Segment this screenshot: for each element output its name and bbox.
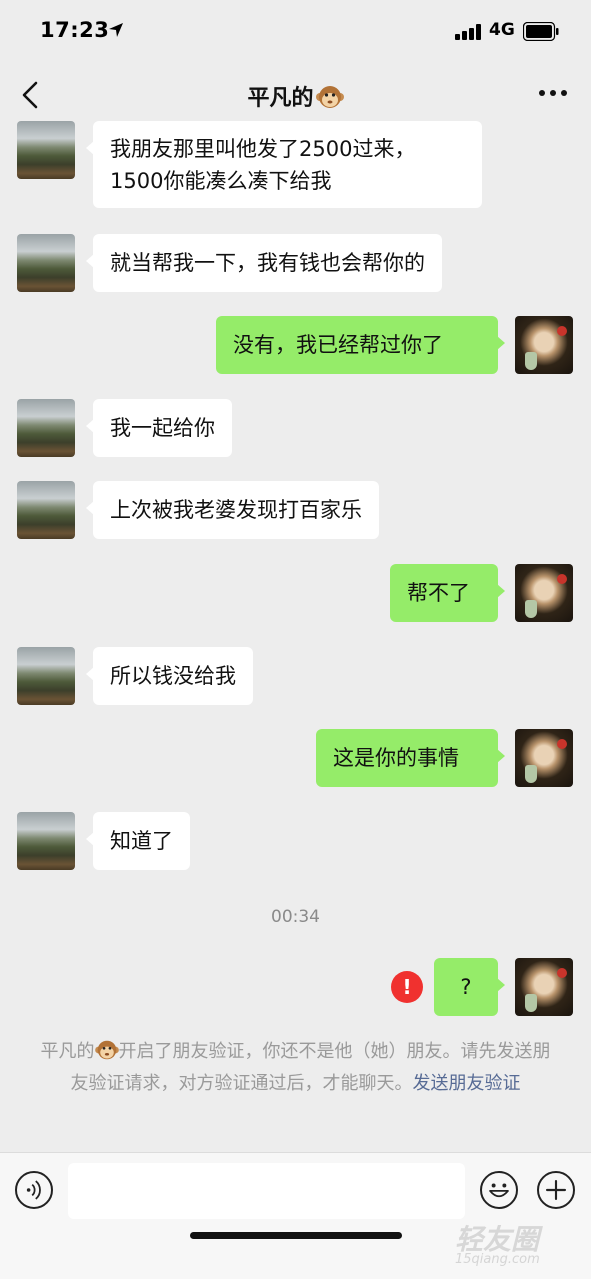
message-bubble-received[interactable]: 就当帮我一下，我有钱也会帮你的 xyxy=(86,234,442,292)
message-bubble-received[interactable]: 上次被我老婆发现打百家乐 xyxy=(86,481,379,539)
status-time: 17:23 xyxy=(40,18,110,42)
location-arrow-icon xyxy=(109,23,123,37)
self-avatar[interactable] xyxy=(515,958,573,1016)
emoji-icon[interactable] xyxy=(480,1171,518,1209)
self-avatar[interactable] xyxy=(515,564,573,622)
contact-avatar[interactable] xyxy=(17,234,75,292)
message-bubble-received[interactable]: 我一起给你 xyxy=(86,399,232,457)
battery-icon xyxy=(523,22,559,41)
signal-icon xyxy=(455,24,483,40)
contact-avatar[interactable] xyxy=(17,812,75,870)
status-bar: 17:23 4G xyxy=(0,0,591,62)
chat-title-text: 平凡的 xyxy=(247,86,314,111)
nav-bar: 平凡的 xyxy=(0,62,591,126)
friend-verification-notice: 平凡的 开启了朋友验证，你还不是他（她）朋友。请先发送朋友验证请求，对方验证通过… xyxy=(40,1036,551,1100)
message-bubble-received[interactable]: 知道了 xyxy=(86,812,190,870)
chat-title: 平凡的 xyxy=(0,80,591,112)
contact-avatar[interactable] xyxy=(17,647,75,705)
message-bubble-sent[interactable]: 没有，我已经帮过你了 xyxy=(216,316,505,374)
send-verification-link[interactable]: 发送朋友验证 xyxy=(413,1073,521,1094)
notice-text-before: 平凡的 xyxy=(40,1041,95,1062)
watermark-url: 15qiang.com xyxy=(455,1252,540,1267)
message-bubble-received[interactable]: 我朋友那里叫他发了2500过来， 1500你能凑么凑下给我 xyxy=(86,121,482,208)
message-input[interactable] xyxy=(68,1163,465,1219)
contact-avatar[interactable] xyxy=(17,121,75,179)
message-bubble-sent[interactable]: 这是你的事情 xyxy=(316,729,505,787)
self-avatar[interactable] xyxy=(515,729,573,787)
message-bubble-sent[interactable]: ? xyxy=(434,958,505,1016)
monkey-emoji-icon xyxy=(94,1040,119,1060)
voice-icon[interactable] xyxy=(15,1171,53,1209)
contact-avatar[interactable] xyxy=(17,481,75,539)
chat-timestamp: 00:34 xyxy=(271,907,320,927)
monkey-emoji-icon xyxy=(315,86,344,108)
network-type: 4G xyxy=(489,20,515,40)
message-bubble-sent[interactable]: 帮不了 xyxy=(390,564,505,622)
more-icon[interactable] xyxy=(539,90,567,98)
error-icon[interactable]: ! xyxy=(391,971,423,1003)
message-bubble-received[interactable]: 所以钱没给我 xyxy=(86,647,253,705)
contact-avatar[interactable] xyxy=(17,399,75,457)
self-avatar[interactable] xyxy=(515,316,573,374)
plus-icon[interactable] xyxy=(537,1171,575,1209)
home-indicator xyxy=(190,1232,402,1239)
